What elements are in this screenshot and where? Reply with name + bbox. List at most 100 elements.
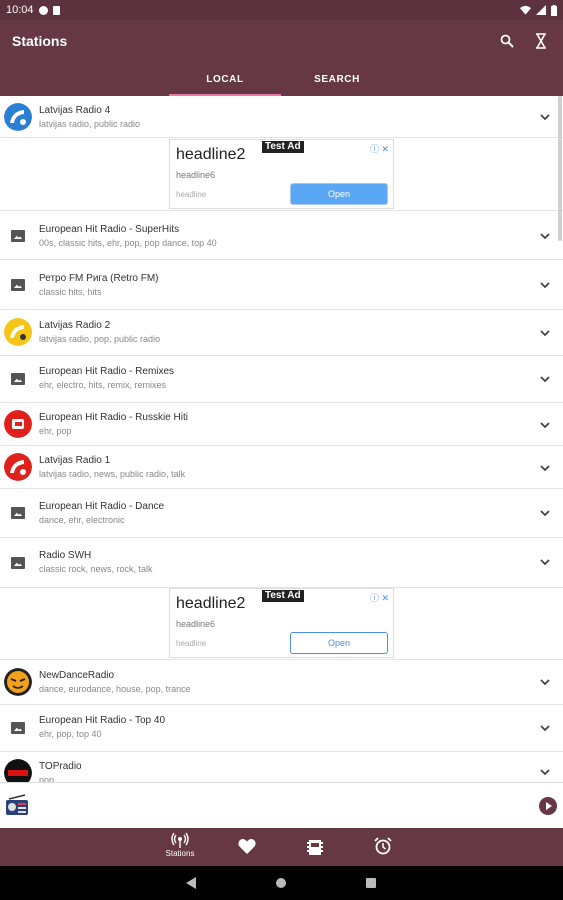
chevron-down-icon[interactable] bbox=[538, 326, 552, 340]
recents-icon[interactable] bbox=[366, 878, 376, 888]
tab-search[interactable]: SEARCH bbox=[281, 70, 393, 96]
sd-card-icon bbox=[52, 5, 60, 15]
film-icon bbox=[307, 840, 323, 855]
ad-caption: headline bbox=[176, 190, 207, 199]
station-row[interactable]: Radio SWH classic rock, news, rock, talk bbox=[0, 538, 563, 588]
image-placeholder-icon bbox=[11, 507, 25, 519]
image-placeholder-icon bbox=[11, 373, 25, 385]
newdance-logo bbox=[4, 668, 32, 696]
station-name: European Hit Radio - SuperHits bbox=[39, 224, 180, 235]
scrollbar[interactable] bbox=[558, 96, 562, 241]
ad-choices-icon[interactable]: ⓘ ✕ bbox=[370, 142, 389, 155]
ad-subtext: headline6 bbox=[176, 170, 216, 180]
nav-favorites[interactable] bbox=[232, 838, 262, 868]
station-name: European Hit Radio - Dance bbox=[39, 501, 165, 512]
wifi-icon bbox=[520, 5, 531, 15]
ad-banner[interactable]: headline2 Test Ad ⓘ ✕ headline6 headline… bbox=[169, 588, 394, 658]
station-tags: latvijas radio, news, public radio, talk bbox=[39, 469, 186, 479]
station-tags: classic rock, news, rock, talk bbox=[39, 564, 153, 574]
tab-local[interactable]: LOCAL bbox=[169, 70, 281, 96]
ad-caption: headline bbox=[176, 639, 207, 648]
station-list[interactable]: Latvijas Radio 4 latvijas radio, public … bbox=[0, 96, 563, 782]
nav-stations[interactable]: Stations bbox=[165, 832, 195, 862]
ad-subtext: headline6 bbox=[176, 619, 216, 629]
station-row[interactable]: European Hit Radio - Dance dance, ehr, e… bbox=[0, 489, 563, 538]
nav-alarm[interactable] bbox=[368, 837, 398, 867]
ad-headline: headline2 bbox=[176, 595, 246, 612]
station-name: European Hit Radio - Russkie Hiti bbox=[39, 412, 188, 423]
search-icon bbox=[500, 34, 514, 48]
image-placeholder-icon bbox=[11, 230, 25, 242]
station-name: Ретро FM Рига (Retro FM) bbox=[39, 273, 159, 284]
station-tags: dance, eurodance, house, pop, trance bbox=[39, 684, 191, 694]
station-row[interactable]: Latvijas Radio 1 latvijas radio, news, p… bbox=[0, 446, 563, 489]
station-row[interactable]: European Hit Radio - SuperHits 00s, clas… bbox=[0, 210, 563, 260]
station-tags: ehr, pop, top 40 bbox=[39, 729, 102, 739]
bottom-nav: Stations bbox=[0, 828, 563, 866]
lr4-logo bbox=[4, 103, 32, 131]
chevron-down-icon[interactable] bbox=[538, 506, 552, 520]
hourglass-icon bbox=[536, 33, 546, 49]
chevron-down-icon[interactable] bbox=[538, 372, 552, 386]
station-name: Radio SWH bbox=[39, 550, 92, 561]
chevron-down-icon[interactable] bbox=[538, 721, 552, 735]
chevron-down-icon[interactable] bbox=[538, 461, 552, 475]
station-tags: ehr, pop bbox=[39, 426, 72, 436]
test-ad-badge: Test Ad bbox=[262, 590, 304, 602]
chevron-down-icon[interactable] bbox=[538, 110, 552, 124]
station-tags: latvijas radio, pop, public radio bbox=[39, 334, 161, 344]
chevron-down-icon[interactable] bbox=[538, 278, 552, 292]
station-name: Latvijas Radio 4 bbox=[39, 105, 111, 116]
station-row[interactable]: NewDanceRadio dance, eurodance, house, p… bbox=[0, 659, 563, 705]
chevron-down-icon[interactable] bbox=[538, 555, 552, 569]
station-name: Latvijas Radio 1 bbox=[39, 455, 111, 466]
back-icon[interactable] bbox=[186, 877, 196, 889]
play-button[interactable] bbox=[539, 797, 557, 815]
tab-bar: LOCAL SEARCH bbox=[169, 70, 393, 96]
lr1-logo bbox=[4, 453, 32, 481]
test-ad-badge: Test Ad bbox=[262, 141, 304, 153]
image-placeholder-icon bbox=[11, 557, 25, 569]
alarm-clock-icon bbox=[374, 837, 392, 855]
station-tags: classic hits, hits bbox=[39, 287, 102, 297]
sleep-timer-button[interactable] bbox=[530, 30, 552, 52]
station-row[interactable]: TOPradio pop bbox=[0, 752, 563, 782]
ad-choices-icon[interactable]: ⓘ ✕ bbox=[370, 591, 389, 604]
chevron-down-icon[interactable] bbox=[538, 229, 552, 243]
radio-icon bbox=[6, 794, 28, 815]
station-tags: 00s, classic hits, ehr, pop, pop dance, … bbox=[39, 238, 217, 248]
chevron-down-icon[interactable] bbox=[538, 675, 552, 689]
ad-headline: headline2 bbox=[176, 146, 246, 163]
station-row[interactable]: Ретро FM Рига (Retro FM) classic hits, h… bbox=[0, 260, 563, 310]
station-tags: latvijas radio, public radio bbox=[39, 119, 141, 129]
chevron-down-icon[interactable] bbox=[538, 418, 552, 432]
station-row[interactable]: Latvijas Radio 2 latvijas radio, pop, pu… bbox=[0, 310, 563, 356]
chevron-down-icon[interactable] bbox=[538, 765, 552, 779]
nav-stations-label: Stations bbox=[165, 849, 195, 858]
lr2-logo bbox=[4, 318, 32, 346]
ad-open-button[interactable]: Open bbox=[290, 183, 388, 205]
station-row[interactable]: European Hit Radio - Russkie Hiti ehr, p… bbox=[0, 403, 563, 446]
ad-open-button[interactable]: Open bbox=[290, 632, 388, 654]
home-icon[interactable] bbox=[276, 878, 286, 888]
system-nav-bar bbox=[0, 866, 563, 900]
ehr-logo bbox=[4, 410, 32, 438]
station-row[interactable]: Latvijas Radio 4 latvijas radio, public … bbox=[0, 96, 563, 138]
station-name: TOPradio bbox=[39, 761, 82, 772]
broadcast-icon bbox=[171, 832, 189, 848]
station-tags: dance, ehr, electronic bbox=[39, 515, 125, 525]
notification-icon bbox=[38, 5, 48, 15]
station-tags: ehr, electro, hits, remix, remixes bbox=[39, 380, 167, 390]
nav-recordings[interactable] bbox=[300, 838, 330, 868]
status-bar: 10:04 bbox=[0, 0, 563, 20]
station-tags: pop bbox=[39, 775, 55, 782]
ad-banner[interactable]: headline2 Test Ad ⓘ ✕ headline6 headline… bbox=[169, 139, 394, 209]
page-title: Stations bbox=[12, 33, 68, 49]
mini-player[interactable] bbox=[0, 782, 563, 828]
app-bar: Stations LOCAL SEARCH bbox=[0, 20, 563, 96]
battery-icon bbox=[551, 4, 557, 16]
station-name: Latvijas Radio 2 bbox=[39, 320, 111, 331]
station-row[interactable]: European Hit Radio - Top 40 ehr, pop, to… bbox=[0, 705, 563, 752]
station-row[interactable]: European Hit Radio - Remixes ehr, electr… bbox=[0, 356, 563, 403]
search-button[interactable] bbox=[496, 30, 518, 52]
